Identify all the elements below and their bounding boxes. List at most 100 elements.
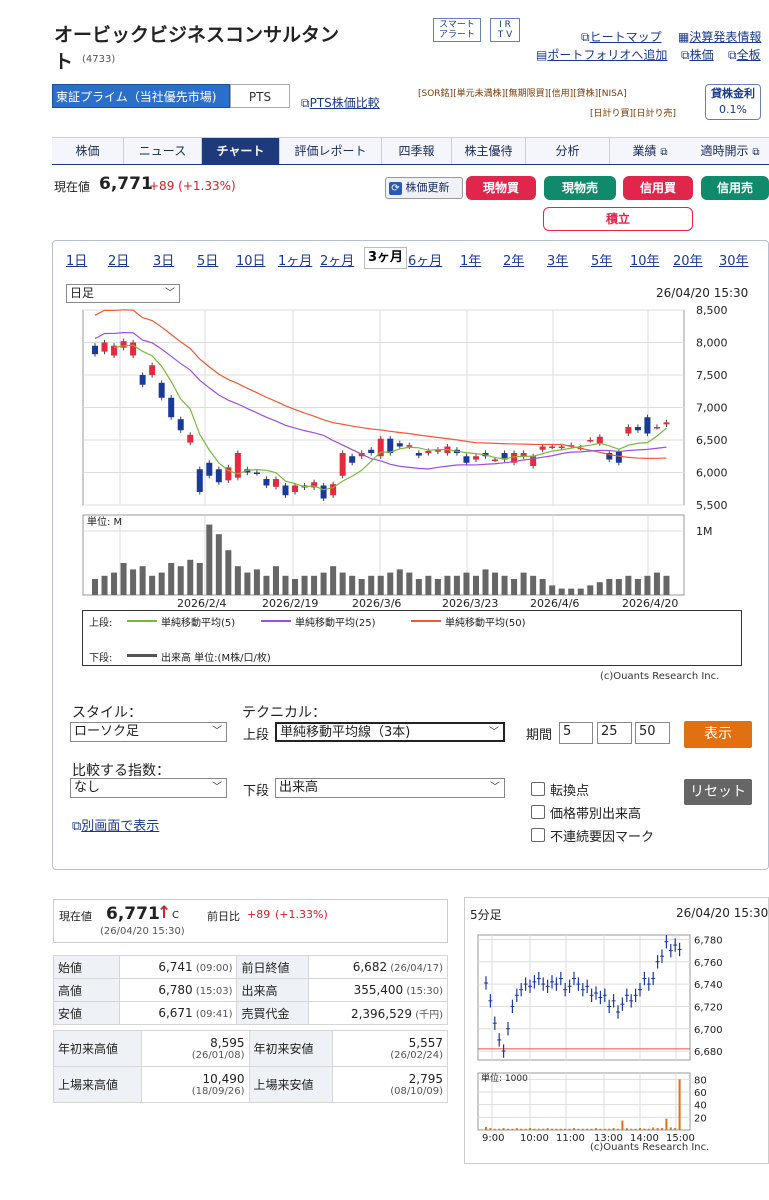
volume-profile-checkbox[interactable] — [531, 805, 545, 819]
volume-bar — [453, 575, 460, 595]
volume-bar — [625, 575, 632, 595]
quote-price-label: 現在値 — [59, 910, 92, 923]
volume-bar — [149, 575, 156, 595]
all-boards-label: 全板 — [736, 48, 761, 62]
period-tab-10年[interactable]: 10年 — [630, 250, 660, 269]
style-select[interactable]: ローソク足 ﹀ — [70, 722, 227, 742]
tab-results[interactable]: 業績 ⧉ — [610, 138, 690, 164]
intraday-volume-bar — [537, 1128, 540, 1130]
period-tab-1年[interactable]: 1年 — [460, 250, 481, 269]
period-tab-2年[interactable]: 2年 — [503, 250, 524, 269]
candle — [558, 446, 565, 448]
y-tick-label: 7,000 — [696, 402, 728, 415]
margin-buy-button[interactable]: 信用買 — [623, 176, 693, 200]
volume-bar — [120, 563, 127, 595]
ir-tv-button[interactable]: I RT V — [490, 18, 520, 42]
volume-bar — [568, 588, 575, 595]
period-tab-5日[interactable]: 5日 — [197, 250, 218, 269]
tab-stock-price[interactable]: 株価 — [52, 138, 124, 164]
tab-shikiho[interactable]: 四季報 — [382, 138, 452, 164]
volume-bar — [463, 572, 470, 595]
reset-button[interactable]: リセット — [684, 779, 752, 805]
cash-buy-button[interactable]: 現物買 — [466, 176, 536, 200]
period-tab-1ヶ月[interactable]: 1ヶ月 — [278, 250, 312, 269]
upper-technical-select[interactable]: 単純移動平均線（3本) ﹀ — [275, 722, 505, 742]
tab-analysis[interactable]: 分析 — [526, 138, 610, 164]
period-input-1[interactable]: 5 — [559, 722, 593, 744]
candle — [158, 382, 165, 398]
intraday-volume-bar — [507, 1128, 509, 1130]
candle — [634, 427, 641, 431]
smart-alert-label2: アラート — [438, 30, 475, 40]
earnings-info-label: 決算発表情報 — [689, 30, 762, 44]
pts-compare-link[interactable]: ⧉PTS株価比較 — [301, 94, 380, 111]
period-tab-1日[interactable]: 1日 — [66, 250, 87, 269]
compare-index-select[interactable]: なし ﹀ — [70, 778, 227, 798]
chart-legend: 上段: 単純移動平均(5) 単純移動平均(25) 単純移動平均(50) 下段: … — [82, 610, 742, 666]
volume-bar — [301, 575, 308, 595]
quote-label: 売買代金 — [236, 1001, 310, 1025]
legend-ma5-label: 単純移動平均(5) — [161, 618, 236, 629]
period-tab-30年[interactable]: 30年 — [719, 250, 749, 269]
volume-bar — [101, 575, 108, 595]
tab-chart[interactable]: チャート — [202, 138, 280, 164]
candle — [472, 456, 479, 460]
legend-ma50-label: 単純移動平均(50) — [445, 618, 526, 629]
intraday-volume-bar — [590, 1128, 593, 1130]
y-tick-label: 6,000 — [696, 467, 728, 480]
candle — [196, 469, 203, 492]
refresh-button[interactable]: ⟳ 株価更新 — [385, 177, 463, 199]
candle — [149, 365, 156, 375]
candle — [215, 469, 222, 483]
tab-news[interactable]: ニュース — [124, 138, 202, 164]
margin-sell-button[interactable]: 信用売 — [701, 176, 769, 200]
period-tab-10日[interactable]: 10日 — [236, 250, 266, 269]
candle — [663, 422, 670, 425]
candle — [463, 456, 470, 463]
period-tab-6ヶ月[interactable]: 6ヶ月 — [408, 250, 442, 269]
discontinuity-mark-checkbox[interactable] — [531, 828, 545, 842]
heatmap-link[interactable]: ⧉ヒートマップ — [581, 28, 662, 45]
accumulate-button[interactable]: 積立 — [543, 207, 693, 231]
period-tab-5年[interactable]: 5年 — [591, 250, 612, 269]
external-link-icon: ⧉ — [660, 147, 668, 158]
portfolio-add-link[interactable]: ▤ポートフォリオへ追加 — [536, 46, 667, 63]
market-tse-prime[interactable]: 東証プライム（当社優先市場) — [52, 84, 230, 108]
refresh-label: 株価更新 — [405, 181, 450, 194]
period-tab-3日[interactable]: 3日 — [153, 250, 174, 269]
period-tab-2日[interactable]: 2日 — [108, 250, 129, 269]
period-tab-3ヶ月[interactable]: 3ヶ月 — [364, 247, 408, 269]
y-tick-label: 6,740 — [694, 980, 723, 991]
period-tab-20年[interactable]: 20年 — [673, 250, 703, 269]
period-input-3[interactable]: 50 — [635, 722, 670, 744]
stock-price-link[interactable]: ⧉株価 — [681, 46, 714, 63]
y-tick-label: 8,500 — [696, 304, 728, 317]
chart-datetime: 26/04/20 15:30 — [656, 286, 749, 300]
quote-value: 6,780 (15:03) — [118, 978, 238, 1002]
lending-rate-box[interactable]: 貸株金利 0.1% — [705, 84, 761, 120]
all-boards-link[interactable]: ⧉全板 — [728, 46, 761, 63]
company-name: オービックビジネスコンサルタン — [54, 24, 340, 46]
period-tab-2ヶ月[interactable]: 2ヶ月 — [320, 250, 354, 269]
tab-report[interactable]: 評価レポート — [280, 138, 382, 164]
compare-index-label: 比較する指数： — [72, 763, 170, 779]
tab-disclosure[interactable]: 適時開示 ⧉ — [690, 138, 769, 164]
period-tab-3年[interactable]: 3年 — [547, 250, 568, 269]
stock-price-label: 株価 — [689, 48, 714, 62]
open-window-link[interactable]: ⧉別画面で表示 — [72, 815, 159, 834]
period-input-2[interactable]: 25 — [597, 722, 632, 744]
lower-technical-select[interactable]: 出来高 ﹀ — [275, 778, 505, 798]
show-button[interactable]: 表示 — [684, 721, 752, 748]
intraday-volume-bar — [581, 1128, 584, 1130]
tab-benefits[interactable]: 株主優待 — [452, 138, 526, 164]
volume-bar — [263, 575, 270, 595]
cash-sell-button[interactable]: 現物売 — [544, 176, 616, 200]
smart-alert-button[interactable]: スマート アラート — [433, 18, 481, 42]
market-pts[interactable]: PTS — [230, 84, 290, 108]
style-label: スタイル： — [72, 705, 142, 721]
volume-tick-label: 40 — [694, 1101, 707, 1112]
trade-tag: [単元未満株] — [453, 89, 506, 99]
earnings-info-link[interactable]: ▦決算発表情報 — [678, 28, 761, 45]
turning-point-checkbox[interactable] — [531, 782, 545, 796]
candle — [187, 434, 194, 443]
